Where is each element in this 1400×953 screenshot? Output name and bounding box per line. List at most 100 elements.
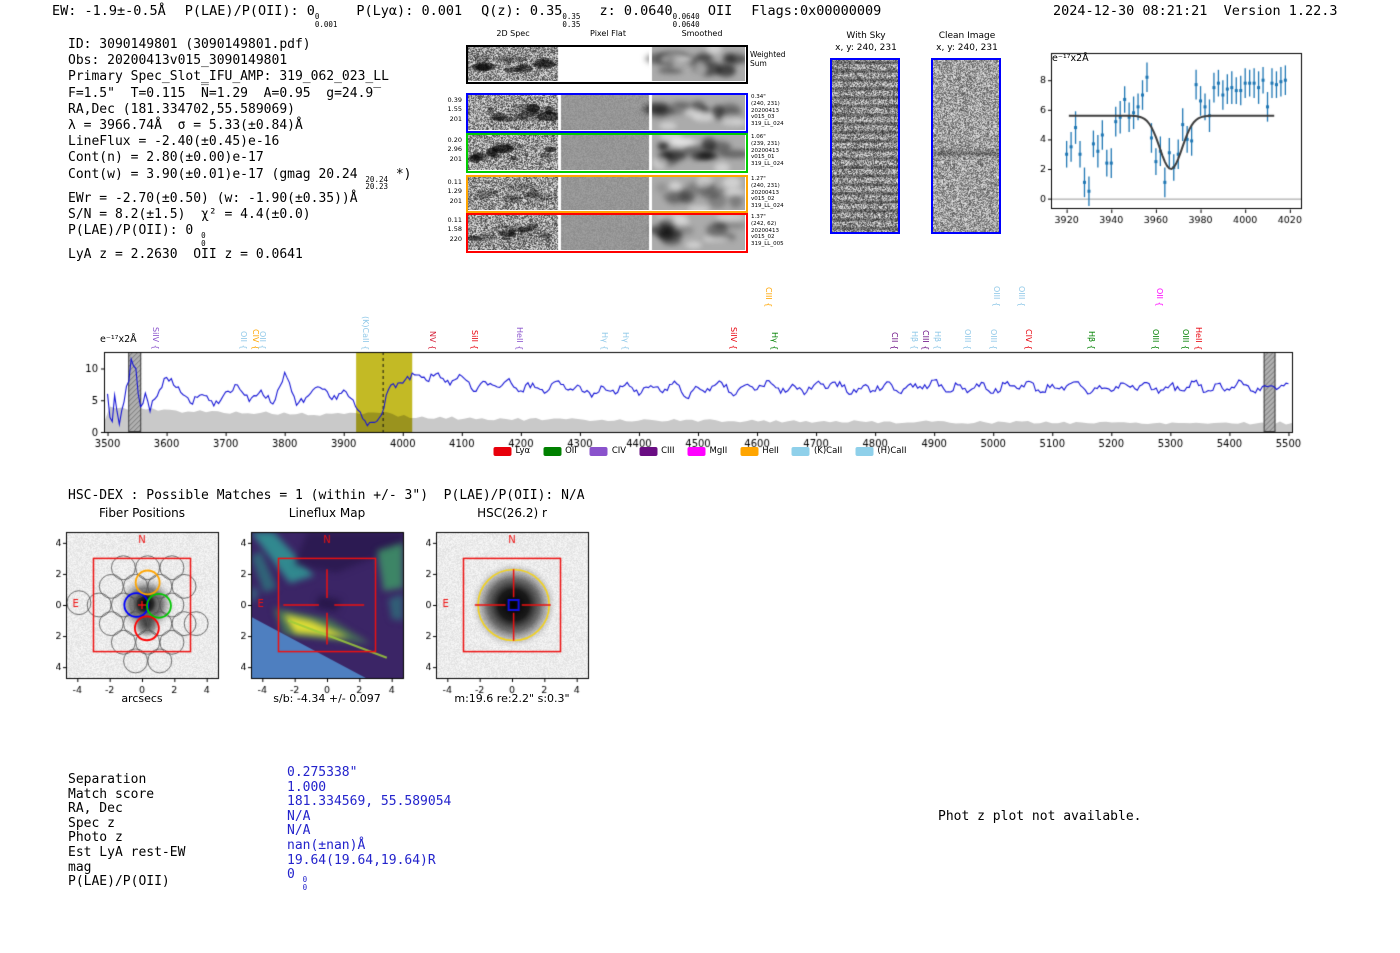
info-line: EWr = -2.70(±0.50) (w: -1.90(±0.35))Å	[68, 191, 411, 207]
spec2d-row-image	[468, 47, 745, 81]
info-line: LineFlux = -2.40(±0.45)e-16	[68, 134, 411, 150]
text-segment: F=1.5" T=0.115 N̅=1.29 A=0.95 g=24.9̅	[68, 86, 373, 101]
spec2d-row	[466, 213, 748, 253]
legend-label: (H)CaII	[877, 446, 906, 456]
match-row-label: Photo z	[68, 830, 185, 845]
lineflux-panel-title: Lineflux Map	[289, 506, 365, 520]
spec2d-row-right-labels: 1.27"(240, 231)20200413v015_02319_LL_024	[751, 176, 784, 210]
spec2d-row-left-labels: 0.111.58220	[428, 216, 462, 244]
legend-swatch	[688, 447, 706, 456]
line-label-SiIV: SiIV {	[151, 327, 160, 350]
legend-swatch	[740, 447, 758, 456]
info-line: F=1.5" T=0.115 N̅=1.29 A=0.95 g=24.9̅	[68, 86, 411, 102]
legend-item: (H)CaII	[855, 446, 906, 456]
hsc-panel-title: HSC(26.2) r	[477, 506, 547, 520]
weighted-sum-label: WeightedSum	[750, 50, 786, 68]
fiber-positions-plot	[56, 524, 231, 704]
line-label-CIV: CIV {	[1024, 329, 1033, 350]
info-line: Cont(w) = 3.90(±0.01)e-17 (gmag 20.24 20…	[68, 167, 411, 191]
match-row-value: 1.000	[287, 780, 451, 795]
text-segment: RA,Dec (181.334702,55.589069)	[68, 102, 295, 117]
header-datetime: 2024-12-30 08:21:21 Version 1.22.3	[1053, 3, 1337, 19]
spec2d-row-image	[468, 95, 745, 130]
spec2d-row-left-labels: 0.391.55201	[428, 96, 462, 124]
col-title-2dspec: 2D Spec	[496, 29, 529, 38]
line-label-OIII: OIII {	[992, 286, 1001, 307]
line-label-OIII: OIII {	[1181, 329, 1190, 350]
line-fit-plot	[1035, 46, 1310, 228]
inset-ylabel: e⁻¹⁷x2Å	[1052, 53, 1089, 64]
line-label-(K)CaII: (K)CaII {	[361, 316, 370, 350]
spec2d-row-left-labels: 0.202.96201	[428, 136, 462, 164]
legend-swatch	[590, 447, 608, 456]
stacked-value: 00.001	[315, 13, 338, 28]
source-info-block: ID: 3090149801 (3090149801.pdf)Obs: 2020…	[68, 37, 411, 263]
spec2d-row-right-labels: 0.34"(240, 231)20200413v015_03319_LL_024	[751, 94, 784, 128]
text-segment: Q(z): 0.350.350.35	[481, 3, 580, 19]
spec2d-row-right-labels: 1.06"(239, 231)20200413v015_01319_LL_024	[751, 134, 784, 168]
legend-label: HeII	[762, 446, 779, 456]
line-label-OIII: OIII {	[989, 329, 998, 350]
stacked-value: 0.350.35	[562, 13, 580, 28]
spec2d-row	[466, 93, 748, 133]
line-label-OIII: OIII {	[1017, 286, 1026, 307]
spec2d-row-left-labels: 0.111.29201	[428, 178, 462, 206]
stacked-value: 00	[303, 876, 308, 891]
hsc-dex-summary: HSC-DEX : Possible Matches = 1 (within +…	[68, 488, 585, 503]
clean-image	[931, 58, 1001, 234]
withsky-title: With Sky	[846, 31, 885, 41]
line-label-Hβ: Hβ {	[910, 331, 919, 350]
legend-label: CIII	[661, 446, 674, 456]
match-row-label: RA, Dec	[68, 801, 185, 816]
legend-label: CIV	[612, 446, 626, 456]
match-row-label: Spec z	[68, 816, 185, 831]
line-label-Hγ: Hγ {	[600, 332, 609, 350]
legend-item: Lyα	[494, 446, 531, 456]
lineflux-map-plot	[241, 524, 416, 704]
legend-swatch	[543, 447, 561, 456]
col-title-pixelflat: Pixel Flat	[590, 29, 626, 38]
info-line: S/N = 8.2(±1.5) χ² = 4.4(±0.0)	[68, 207, 411, 223]
line-label-HeII: HeII {	[1194, 327, 1203, 350]
legend-item: OII	[543, 446, 577, 456]
text-segment: λ = 3966.74Å σ = 5.33(±0.84)Å	[68, 118, 303, 133]
withsky-image	[830, 58, 900, 234]
full-spectrum-plot	[80, 344, 1320, 460]
photz-notice: Phot z plot not available.	[938, 809, 1142, 824]
match-row-value: 19.64(19.64,19.64)R	[287, 853, 451, 868]
match-row-label: Match score	[68, 787, 185, 802]
line-label-OII: OII {	[239, 331, 248, 350]
match-table-values: 0.275338"1.000181.334569, 55.589054N/AN/…	[287, 765, 451, 882]
line-legend: Lyα OII CIV CIII MgII HeII (K)CaII (H)CaII	[494, 446, 907, 456]
text-segment: Obs: 20200413v015_3090149801	[68, 53, 287, 68]
info-line: P(LAE)/P(OII): 0 00	[68, 223, 411, 247]
match-row-label: P(LAE)/P(OII)	[68, 874, 185, 889]
header-stats: EW: -1.9±-0.5ÅP(LAE)/P(OII): 000.001P(Ly…	[52, 3, 900, 28]
info-line: Primary Spec_Slot_IFU_AMP: 319_062_023_L…	[68, 69, 411, 85]
text-segment: Flags:0x00000009	[751, 3, 881, 19]
match-row-value: 181.334569, 55.589054	[287, 794, 451, 809]
match-row-value: 0 00	[287, 867, 451, 882]
info-line: ID: 3090149801 (3090149801.pdf)	[68, 37, 411, 53]
clean-title: Clean Image	[939, 31, 996, 41]
legend-item: HeII	[740, 446, 779, 456]
legend-label: MgII	[710, 446, 728, 456]
text-segment: z: 0.06400.06400.0640 OII	[599, 3, 732, 19]
info-line: RA,Dec (181.334702,55.589069)	[68, 102, 411, 118]
withsky-coords: x, y: 240, 231	[835, 43, 897, 53]
stacked-value: 20.2420.23	[365, 176, 388, 191]
spec2d-row-image	[468, 135, 745, 170]
spec2d-row-image	[468, 215, 745, 250]
line-label-Hβ: Hβ {	[1087, 331, 1096, 350]
text-segment: Cont(w) = 3.90(±0.01)e-17 (gmag 20.24 20…	[68, 167, 411, 182]
info-line: LyA z = 2.2630 OII z = 0.0641	[68, 247, 411, 263]
line-label-OII: OII {	[1155, 288, 1164, 307]
match-table-labels: SeparationMatch scoreRA, DecSpec zPhoto …	[68, 772, 185, 889]
info-line: λ = 3966.74Å σ = 5.33(±0.84)Å	[68, 118, 411, 134]
lineflux-xlabel: s/b: -4.34 +/- 0.097	[273, 692, 380, 705]
text-segment: P(LAE)/P(OII): 000.001	[185, 3, 338, 19]
info-line: Cont(n) = 2.80(±0.00)e-17	[68, 150, 411, 166]
legend-item: (K)CaII	[792, 446, 842, 456]
spec2d-row	[466, 45, 748, 84]
text-segment: Cont(n) = 2.80(±0.00)e-17	[68, 150, 264, 165]
